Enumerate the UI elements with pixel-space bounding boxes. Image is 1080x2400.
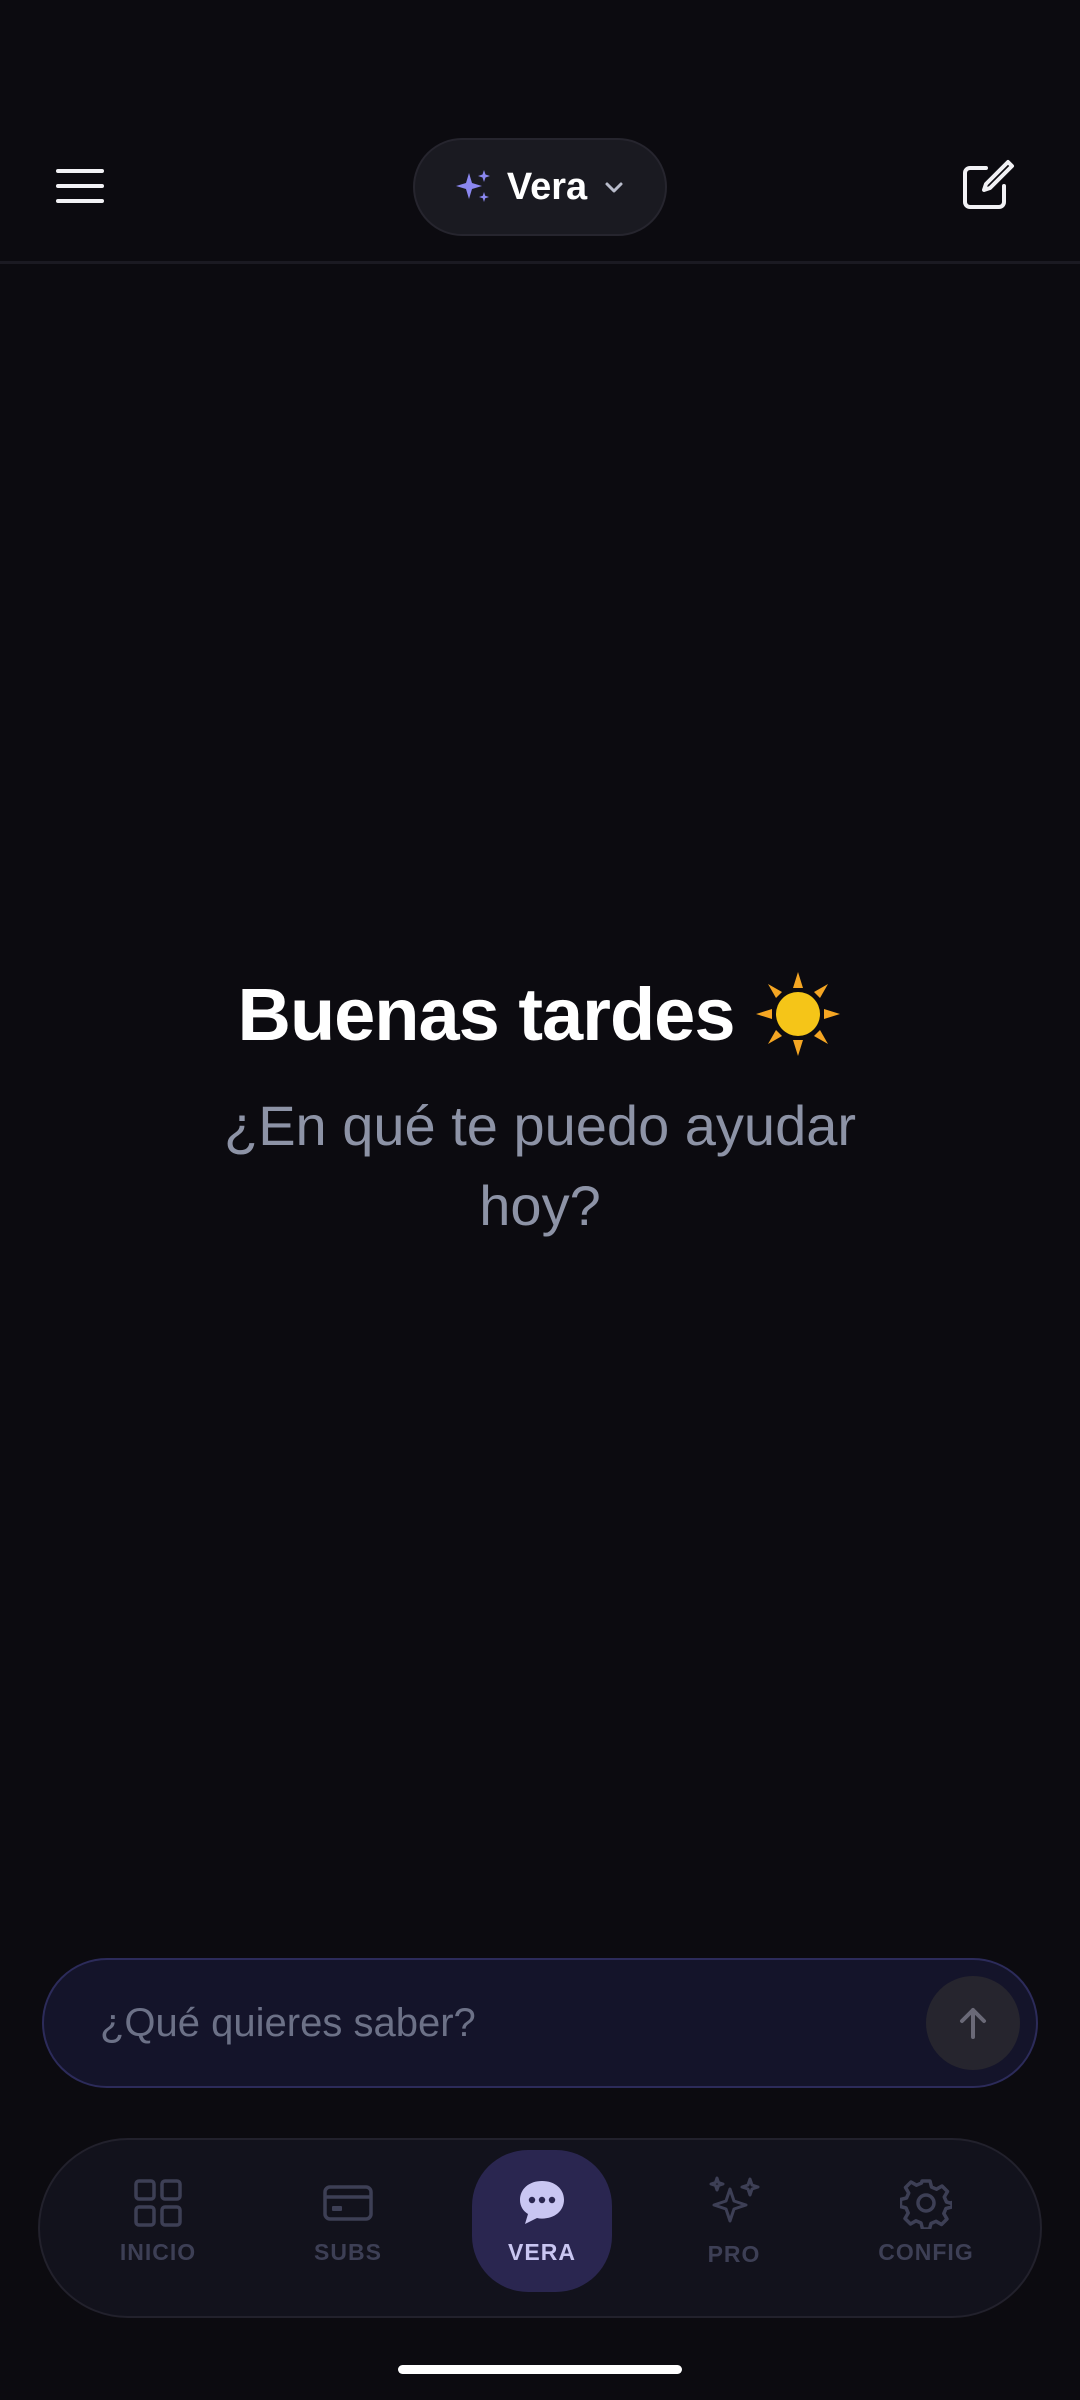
model-name: Vera: [506, 165, 588, 208]
greeting-title: Buenas tardes: [238, 970, 843, 1058]
menu-button[interactable]: [56, 156, 126, 216]
card-icon: [323, 2184, 373, 2221]
nav-item-inicio[interactable]: INICIO: [88, 2150, 228, 2292]
sparkles-icon: [709, 2176, 760, 2222]
greeting-subtitle: ¿En qué te puedo ayudar hoy?: [223, 1094, 857, 1237]
new-chat-button[interactable]: [956, 156, 1016, 216]
arrow-up-icon: [960, 2008, 986, 2039]
grid-icon: [134, 2178, 182, 2227]
nav-label-config: CONFIG: [878, 2238, 974, 2265]
chat-bubble-icon: [520, 2180, 564, 2224]
home-indicator[interactable]: [398, 2365, 682, 2374]
message-composer: [42, 1958, 1038, 2088]
message-input[interactable]: [100, 1960, 900, 2086]
nav-item-vera[interactable]: VERA: [472, 2150, 612, 2292]
nav-item-config[interactable]: CONFIG: [856, 2150, 996, 2292]
nav-item-pro[interactable]: PRO: [664, 2150, 804, 2292]
sun-icon: [756, 972, 841, 1056]
bottom-navigation: INICIO SUBS VERA PRO CONFIG: [38, 2138, 1042, 2318]
nav-label-vera: VERA: [508, 2238, 576, 2265]
send-button[interactable]: [926, 1976, 1020, 2070]
gear-icon: [900, 2178, 952, 2229]
nav-item-subs[interactable]: SUBS: [278, 2150, 418, 2292]
nav-label-pro: PRO: [707, 2240, 761, 2267]
compose-icon: [963, 160, 1014, 209]
vera-chat-screen: Vera Buenas tardes ¿En qué te puedo ayud…: [0, 0, 1080, 2400]
greeting-text: Buenas tardes: [237, 972, 736, 1056]
sparkles-icon: [455, 170, 490, 202]
hamburger-menu-icon: [56, 169, 104, 173]
top-bar: Vera: [0, 0, 1080, 264]
nav-label-inicio: INICIO: [119, 2238, 197, 2265]
greeting-block: Buenas tardes ¿En qué te puedo ayudar ho…: [0, 970, 1080, 1246]
chevron-down-icon: [605, 182, 623, 193]
model-selector[interactable]: Vera: [413, 138, 667, 236]
nav-label-subs: SUBS: [314, 2238, 382, 2265]
